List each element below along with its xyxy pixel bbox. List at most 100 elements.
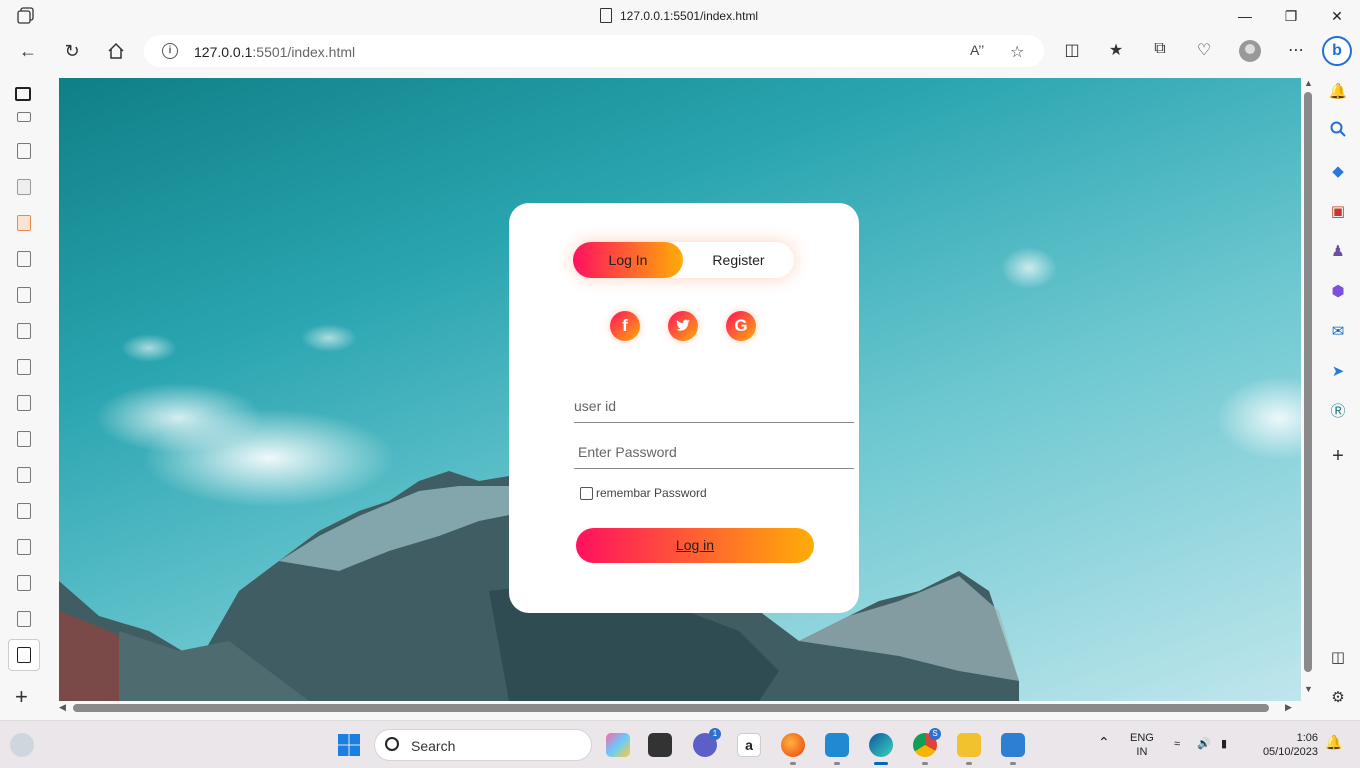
taskbar-search[interactable]: Search — [374, 729, 592, 761]
close-button[interactable]: ✕ — [1327, 6, 1347, 26]
remember-checkbox[interactable] — [580, 486, 593, 500]
tab-actions-icon[interactable] — [15, 87, 31, 101]
login-submit-button[interactable]: Log in — [576, 528, 814, 563]
wifi-icon[interactable]: ≈ — [1174, 737, 1180, 751]
outlook-icon[interactable]: ✉ — [1328, 322, 1348, 342]
tab-page-icon[interactable] — [17, 287, 31, 303]
tab-page-icon[interactable] — [17, 143, 31, 159]
tab-app-icon[interactable] — [17, 179, 31, 195]
user-id-input[interactable] — [574, 389, 854, 423]
tab-actions-icon[interactable] — [16, 7, 36, 25]
language-code: ENG — [1130, 732, 1154, 744]
windows-taskbar: Search 1 a S ⌃ ENG IN ≈ 🔊 ▮ 1:06 05/10/2… — [0, 720, 1360, 768]
shopping-tag-icon[interactable]: ◆ — [1328, 162, 1348, 182]
back-button[interactable]: ← — [16, 40, 40, 62]
split-screen-icon[interactable]: ◫ — [1062, 40, 1082, 60]
tab-page-icon[interactable] — [17, 323, 31, 339]
tab-register[interactable]: Register — [683, 242, 794, 278]
url-text[interactable]: 127.0.0.1:5501/index.html — [194, 44, 355, 60]
photos-icon[interactable] — [1001, 733, 1025, 765]
notification-bell-icon[interactable]: 🔔 — [1325, 735, 1342, 749]
scroll-right-arrow[interactable]: ▶ — [1285, 702, 1292, 713]
skype-icon[interactable]: Ⓡ — [1328, 402, 1348, 422]
search-icon — [385, 737, 399, 751]
teams-chat-icon[interactable]: 1 — [693, 728, 721, 757]
collections-icon[interactable]: ⧉ — [1150, 40, 1170, 58]
notifications-bell-icon[interactable]: 🔔 — [1328, 82, 1348, 102]
tab-page-icon[interactable] — [17, 359, 31, 375]
file-explorer-icon[interactable] — [957, 733, 981, 765]
task-view-icon[interactable] — [648, 733, 672, 757]
read-aloud-icon[interactable]: A’’ — [970, 42, 984, 58]
vscode-icon[interactable] — [825, 733, 849, 765]
tab-page-icon[interactable] — [17, 467, 31, 483]
drop-send-icon[interactable]: ➤ — [1328, 362, 1348, 382]
bing-copilot-icon[interactable]: b — [1322, 36, 1352, 66]
add-sidebar-app-icon[interactable]: + — [1328, 446, 1348, 466]
battery-icon[interactable]: ▮ — [1221, 737, 1227, 751]
favorite-star-icon[interactable]: ☆ — [1010, 42, 1024, 62]
tab-page-icon[interactable] — [17, 647, 31, 663]
new-tab-icon[interactable]: + — [15, 684, 28, 710]
edge-sidebar: 🔔 ◆ ▣ ♟ ⬢ ✉ ➤ Ⓡ + ◫ ⚙ — [1318, 78, 1360, 718]
hide-sidebar-icon[interactable]: ◫ — [1328, 648, 1348, 668]
horizontal-scroll-thumb[interactable] — [73, 704, 1269, 712]
tab-xampp-icon[interactable] — [17, 215, 31, 231]
tools-icon[interactable]: ▣ — [1328, 202, 1348, 222]
games-icon[interactable]: ♟ — [1328, 242, 1348, 262]
favorites-icon[interactable]: ★ — [1106, 40, 1126, 60]
window-title: 127.0.0.1:5501/index.html — [600, 8, 758, 23]
login-card: Log In Register f G remembar Password Lo… — [509, 203, 859, 613]
address-bar[interactable]: i 127.0.0.1:5501/index.html A’’ ☆ — [144, 35, 1044, 67]
show-hidden-icons[interactable]: ⌃ — [1098, 735, 1110, 749]
tab-login[interactable]: Log In — [573, 242, 683, 278]
vertical-scroll-thumb[interactable] — [1304, 92, 1312, 672]
more-menu-icon[interactable]: ⋯ — [1286, 40, 1306, 60]
settings-gear-icon[interactable]: ⚙ — [1328, 688, 1348, 708]
edge-browser-icon[interactable] — [869, 733, 893, 765]
volume-icon[interactable]: 🔊 — [1197, 737, 1211, 751]
widgets-weather-icon[interactable] — [10, 733, 34, 757]
refresh-button[interactable]: ↻ — [60, 40, 84, 62]
horizontal-scrollbar[interactable]: ◀ ▶ — [59, 701, 1301, 715]
clock-time: 1:06 — [1296, 732, 1318, 744]
profile-avatar[interactable] — [1239, 40, 1261, 62]
tab-page-icon[interactable] — [17, 395, 31, 411]
teams-badge: 1 — [709, 728, 721, 740]
scroll-up-arrow[interactable]: ▲ — [1304, 78, 1313, 88]
minimize-button[interactable]: — — [1235, 6, 1255, 26]
home-button[interactable] — [104, 40, 128, 62]
copilot-preview-icon[interactable] — [606, 733, 630, 757]
page-viewport: Log In Register f G remembar Password Lo… — [59, 78, 1301, 701]
tab-page-icon[interactable] — [17, 611, 31, 627]
performance-icon[interactable]: ♡ — [1194, 40, 1214, 60]
scroll-left-arrow[interactable]: ◀ — [59, 702, 66, 713]
amazon-icon[interactable]: a — [737, 733, 761, 757]
site-info-icon[interactable]: i — [162, 43, 178, 59]
tab-page-icon[interactable] — [17, 503, 31, 519]
window-title-text: 127.0.0.1:5501/index.html — [620, 8, 759, 23]
password-input[interactable] — [574, 435, 854, 469]
google-icon[interactable]: G — [726, 311, 756, 341]
twitter-icon[interactable] — [668, 311, 698, 341]
tab-page-icon[interactable] — [17, 251, 31, 267]
clock[interactable]: 1:06 05/10/2023 — [1254, 731, 1318, 759]
restore-button[interactable]: ❐ — [1281, 6, 1301, 26]
auth-toggle: Log In Register — [573, 242, 794, 278]
scroll-down-arrow[interactable]: ▼ — [1304, 684, 1313, 694]
tab-page-icon[interactable] — [17, 112, 31, 122]
chrome-profile-badge: S — [929, 728, 941, 740]
tab-page-icon[interactable] — [17, 575, 31, 591]
tab-page-icon[interactable] — [17, 539, 31, 555]
search-icon[interactable] — [1328, 121, 1348, 141]
document-icon — [600, 8, 612, 23]
start-button[interactable] — [337, 733, 361, 757]
tab-page-icon[interactable] — [17, 431, 31, 447]
vertical-scrollbar[interactable]: ▲ ▼ — [1301, 78, 1315, 701]
chrome-icon[interactable]: S — [913, 728, 941, 765]
language-indicator[interactable]: ENG IN — [1130, 731, 1154, 759]
facebook-icon[interactable]: f — [610, 311, 640, 341]
firefox-icon[interactable] — [781, 733, 805, 765]
title-bar: 127.0.0.1:5501/index.html — ❐ ✕ — [0, 0, 1360, 32]
microsoft365-icon[interactable]: ⬢ — [1328, 282, 1348, 302]
